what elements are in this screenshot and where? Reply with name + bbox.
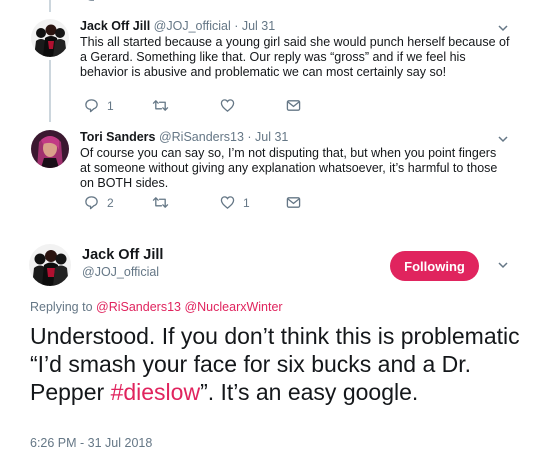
chevron-down-icon[interactable] [497, 22, 509, 34]
chevron-down-icon[interactable] [497, 133, 509, 145]
envelope-icon[interactable] [286, 98, 301, 113]
author-meta[interactable]: @RiSanders13 · Jul 31 [159, 130, 288, 144]
tweet-timestamp[interactable]: 6:26 PM - 31 Jul 2018 [30, 436, 152, 450]
replying-to: Replying to @RiSanders13 @NuclearxWinter [30, 300, 283, 314]
main-tweet: Jack Off Jill @JOJ_official Following Re… [0, 236, 540, 472]
reply-actions: 1 [80, 98, 380, 114]
envelope-icon[interactable] [284, 0, 298, 2]
heart-icon[interactable] [220, 98, 235, 113]
previous-tweet-actions [0, 0, 540, 12]
hashtag-link[interactable]: #dieslow [111, 379, 201, 405]
mention-link[interactable]: @NuclearxWinter [184, 300, 282, 314]
reply-text: This all started because a young girl sa… [80, 35, 510, 79]
heart-icon[interactable] [220, 195, 235, 210]
author-name[interactable]: Jack Off Jill [82, 247, 163, 263]
reply-header: Tori Sanders @RiSanders13 · Jul 31 [80, 129, 510, 145]
thread-line [49, 60, 51, 122]
like-action[interactable] [220, 98, 243, 113]
reply-text: Of course you can say so, I’m not disput… [80, 146, 498, 190]
envelope-icon[interactable] [286, 195, 301, 210]
following-button[interactable]: Following [390, 251, 479, 281]
retweet-icon[interactable] [152, 98, 169, 113]
reply-count: 2 [107, 195, 114, 210]
reply-content: Jack Off Jill @JOJ_official · Jul 31 Thi… [80, 18, 510, 80]
tweet-text: Understood. If you don’t think this is p… [30, 322, 520, 406]
reply-icon[interactable] [84, 98, 99, 113]
retweet-icon[interactable] [153, 0, 169, 2]
author-handle[interactable]: @JOJ_official [82, 265, 159, 279]
reply-tweet[interactable]: Tori Sanders @RiSanders13 · Jul 31 Of co… [0, 125, 540, 237]
reply-count: 1 [107, 98, 114, 113]
reply-icon[interactable] [84, 195, 99, 210]
mention-link[interactable]: @RiSanders13 [96, 300, 181, 314]
tweet-text-part: ”. It’s an easy google. [200, 379, 419, 405]
thread-line [49, 0, 51, 12]
avatar[interactable] [29, 244, 71, 286]
avatar[interactable] [31, 130, 69, 168]
reply-action[interactable]: 2 [84, 195, 114, 210]
retweet-action[interactable] [152, 98, 177, 113]
chevron-down-icon[interactable] [497, 259, 509, 271]
like-action[interactable]: 1 [220, 195, 250, 210]
like-count: 1 [243, 195, 250, 210]
tweet-thread-page: Jack Off Jill @JOJ_official · Jul 31 Thi… [0, 0, 540, 472]
author-meta[interactable]: @JOJ_official · Jul 31 [154, 19, 276, 33]
reply-icon[interactable] [84, 0, 98, 2]
reply-action[interactable]: 1 [84, 98, 114, 113]
reply-header: Jack Off Jill @JOJ_official · Jul 31 [80, 18, 510, 34]
retweet-action[interactable] [152, 195, 177, 210]
retweet-icon[interactable] [152, 195, 169, 210]
avatar[interactable] [31, 19, 69, 57]
author-name[interactable]: Jack Off Jill [80, 19, 150, 33]
reply-actions: 2 1 [80, 195, 380, 211]
reply-tweet[interactable]: Jack Off Jill @JOJ_official · Jul 31 Thi… [0, 14, 540, 126]
reply-content: Tori Sanders @RiSanders13 · Jul 31 Of co… [80, 129, 510, 191]
author-name[interactable]: Tori Sanders [80, 130, 155, 144]
replying-to-label: Replying to [30, 300, 97, 314]
dm-action[interactable] [286, 98, 301, 113]
heart-icon[interactable] [219, 0, 235, 2]
dm-action[interactable] [286, 195, 301, 210]
